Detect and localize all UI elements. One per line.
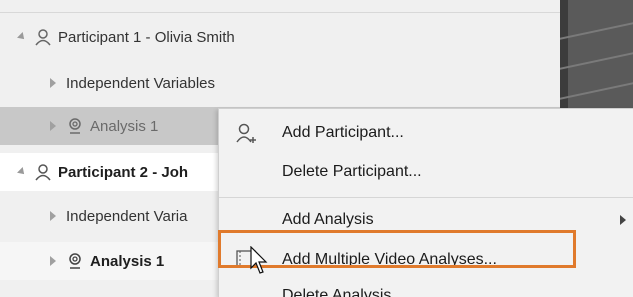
tree-item-participant-1[interactable]: Participant 1 - Olivia Smith xyxy=(0,18,560,56)
collapsed-arrow-icon[interactable] xyxy=(50,121,56,131)
submenu-arrow-icon xyxy=(620,215,626,225)
analysis-icon xyxy=(66,117,84,135)
analysis-1-label: Analysis 1 xyxy=(90,117,159,135)
mouse-pointer-icon xyxy=(250,245,270,281)
person-icon xyxy=(34,28,52,46)
pane-texture xyxy=(560,82,633,100)
collapsed-arrow-icon[interactable] xyxy=(50,78,56,88)
participant-1-label: Participant 1 - Olivia Smith xyxy=(58,28,235,46)
pane-texture xyxy=(560,22,633,40)
menu-item-delete-participant[interactable]: Delete Participant... xyxy=(219,154,633,190)
tree-item-independent-variables-1[interactable]: Independent Variables xyxy=(0,64,560,102)
expand-arrow-icon[interactable] xyxy=(17,32,27,42)
independent-variables-label: Independent Variables xyxy=(66,74,216,92)
independent-variables-label: Independent Varia xyxy=(66,207,188,225)
context-menu: Add Participant... Delete Participant...… xyxy=(218,108,633,297)
add-analysis-label: Add Analysis xyxy=(282,211,374,228)
delete-participant-label: Delete Participant... xyxy=(282,163,422,180)
menu-separator xyxy=(219,197,633,198)
expand-arrow-icon[interactable] xyxy=(17,167,27,177)
participant-2-label: Participant 2 - Joh xyxy=(58,163,189,181)
person-icon xyxy=(34,163,52,181)
tree-divider xyxy=(0,12,560,13)
collapsed-arrow-icon[interactable] xyxy=(50,211,56,221)
analysis-icon xyxy=(66,252,84,270)
collapsed-arrow-icon[interactable] xyxy=(50,256,56,266)
add-person-icon xyxy=(235,121,259,150)
menu-item-add-participant[interactable]: Add Participant... xyxy=(219,115,633,151)
add-participant-label: Add Participant... xyxy=(282,124,404,141)
highlight-box xyxy=(218,230,576,268)
pane-texture xyxy=(560,52,633,70)
analysis-1-p2-label: Analysis 1 xyxy=(90,252,165,270)
